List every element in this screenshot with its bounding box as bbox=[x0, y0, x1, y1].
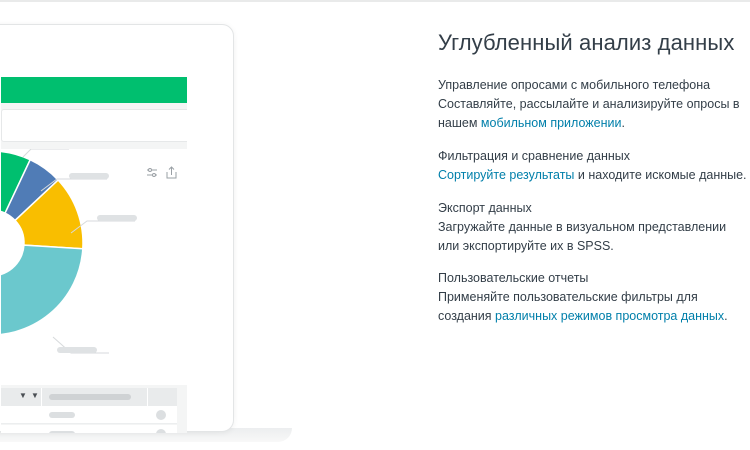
data-views-link[interactable]: различных режимов просмотра данных bbox=[495, 309, 724, 323]
callout-label bbox=[97, 215, 137, 221]
feature-title: Фильтрация и сравнение данных bbox=[438, 149, 631, 163]
mobile-app-link[interactable]: мобильном приложении bbox=[481, 116, 622, 130]
app-header-bar bbox=[1, 77, 187, 103]
chevron-down-icon: ▼ bbox=[31, 391, 39, 400]
laptop-illustration: ▼ ▼ bbox=[0, 24, 234, 433]
table-row bbox=[1, 425, 177, 433]
feature-description: или экспортируйте их в SPSS. bbox=[438, 239, 614, 253]
column-header-placeholder bbox=[49, 394, 131, 400]
table-row bbox=[1, 406, 177, 424]
feature-description: нашем мобильном приложении. bbox=[438, 116, 625, 130]
feature-reports: Пользовательские отчеты Применяйте польз… bbox=[438, 269, 750, 326]
sort-results-link[interactable]: Сортируйте результаты bbox=[438, 168, 574, 182]
feature-title: Экспорт данных bbox=[438, 201, 532, 215]
callout-label bbox=[69, 173, 109, 179]
column-divider bbox=[41, 388, 42, 406]
callout-label bbox=[57, 347, 97, 353]
cell-placeholder bbox=[49, 412, 75, 418]
feature-description: создания различных режимов просмотра дан… bbox=[438, 309, 728, 323]
feature-export: Экспорт данных Загружайте данные в визуа… bbox=[438, 199, 750, 256]
donut-chart bbox=[1, 149, 137, 354]
radio-placeholder bbox=[156, 410, 166, 420]
share-icon bbox=[166, 166, 177, 179]
feature-title: Пользовательские отчеты bbox=[438, 271, 589, 285]
callout-line bbox=[22, 149, 69, 158]
table-header: ▼ ▼ bbox=[1, 388, 177, 406]
section-heading: Углубленный анализ данных bbox=[438, 30, 735, 55]
top-divider bbox=[0, 0, 750, 2]
search-field-placeholder bbox=[1, 109, 187, 142]
feature-description: Загружайте данные в визуальном представл… bbox=[438, 220, 727, 234]
feature-description: Применяйте пользовательские фильтры для bbox=[438, 290, 698, 304]
feature-title: Управление опросами с мобильного телефон… bbox=[438, 78, 711, 92]
feature-description: Сортируйте результаты и находите искомые… bbox=[438, 168, 747, 182]
column-divider bbox=[147, 388, 148, 406]
chart-toolbar bbox=[143, 165, 183, 181]
feature-filter: Фильтрация и сравнение данных Сортируйте… bbox=[438, 147, 750, 185]
radio-placeholder bbox=[156, 429, 166, 433]
feature-description: Составляйте, рассылайте и анализируйте о… bbox=[438, 97, 740, 111]
laptop-screen: ▼ ▼ bbox=[1, 77, 187, 433]
chart-card bbox=[1, 149, 187, 385]
feature-mobile: Управление опросами с мобильного телефон… bbox=[438, 76, 750, 133]
chevron-down-icon: ▼ bbox=[19, 391, 27, 400]
results-table: ▼ ▼ bbox=[1, 388, 187, 433]
cell-placeholder bbox=[49, 431, 75, 433]
sliders-icon bbox=[147, 168, 157, 177]
